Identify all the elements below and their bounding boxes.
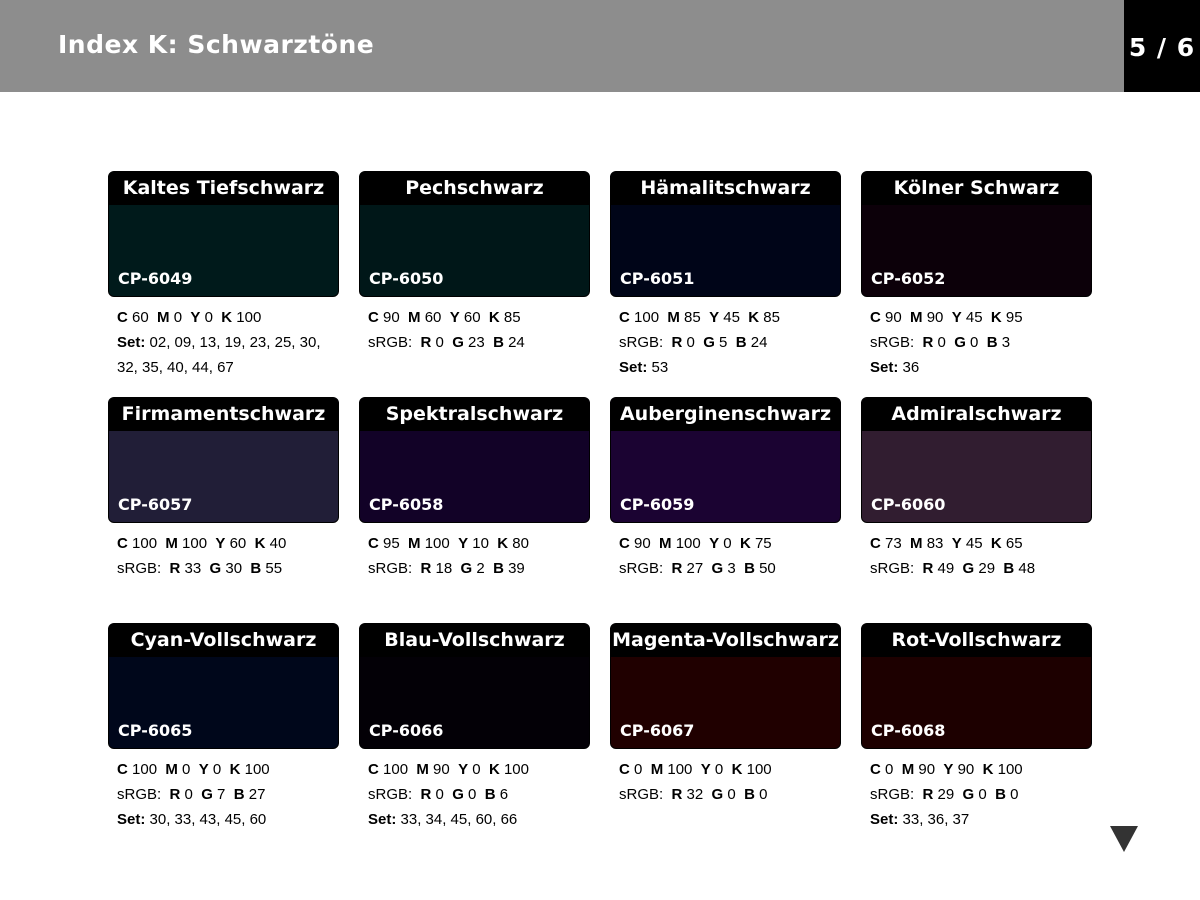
color-code: CP-6052 [871,269,946,288]
color-name: Spektralschwarz [360,398,589,431]
srgb-values: sRGB: R 49 G 29 B 48 [870,560,1036,577]
cmyk-values: C 90 M 90 Y 45 K 95 [870,309,1023,326]
srgb-values: sRGB: R 0 G 0 B 6 [368,786,509,803]
color-code: CP-6067 [620,721,695,740]
color-values: C 100 M 85 Y 45 K 85 sRGB: R 0 G 5 B 24 Se… [619,305,844,380]
color-name: Magenta-Vollschwarz [611,624,840,657]
srgb-values: sRGB: R 18 G 2 B 39 [368,560,525,577]
color-swatch: Pechschwarz CP-6050 [359,171,590,297]
cmyk-values: C 73 M 83 Y 45 K 65 [870,535,1023,552]
color-values: C 95 M 100 Y 10 K 80 sRGB: R 18 G 2 B 39 [368,531,593,581]
srgb-values: sRGB: R 0 G 0 B 3 [870,334,1011,351]
color-swatch: Magenta-Vollschwarz CP-6067 [610,623,841,749]
color-swatch: Auberginenschwarz CP-6059 [610,397,841,523]
color-name: Pechschwarz [360,172,589,205]
cmyk-values: C 0 M 90 Y 90 K 100 [870,761,1023,778]
color-values: C 0 M 90 Y 90 K 100 sRGB: R 29 G 0 B 0 Set… [870,757,1095,832]
srgb-values: sRGB: R 27 G 3 B 50 [619,560,776,577]
srgb-values: sRGB: R 0 G 5 B 24 [619,334,768,351]
page-header: Index K: Schwarztöne [0,0,1124,92]
color-swatch: Spektralschwarz CP-6058 [359,397,590,523]
color-swatch: Rot-Vollschwarz CP-6068 [861,623,1092,749]
color-name: Hämalitschwarz [611,172,840,205]
color-values: C 100 M 100 Y 60 K 40 sRGB: R 33 G 30 B 5… [117,531,342,581]
set-list: Set: 53 [619,359,669,376]
color-values: C 100 M 0 Y 0 K 100 sRGB: R 0 G 7 B 27 Set… [117,757,342,832]
cmyk-values: C 90 M 100 Y 0 K 75 [619,535,772,552]
set-list-continued: 32, 35, 40, 44, 67 [117,359,234,376]
cmyk-values: C 95 M 100 Y 10 K 80 [368,535,529,552]
color-swatch: Firmamentschwarz CP-6057 [108,397,339,523]
set-list: Set: 02, 09, 13, 19, 23, 25, 30, [117,334,321,351]
color-code: CP-6057 [118,495,193,514]
color-name: Admiralschwarz [862,398,1091,431]
srgb-values: sRGB: R 0 G 23 B 24 [368,334,525,351]
srgb-values: sRGB: R 29 G 0 B 0 [870,786,1019,803]
color-values: C 0 M 100 Y 0 K 100 sRGB: R 32 G 0 B 0 [619,757,844,807]
color-name: Kölner Schwarz [862,172,1091,205]
color-code: CP-6066 [369,721,444,740]
color-name: Firmamentschwarz [109,398,338,431]
color-values: C 60 M 0 Y 0 K 100 Set: 02, 09, 13, 19, 2… [117,305,342,380]
color-code: CP-6060 [871,495,946,514]
color-values: C 73 M 83 Y 45 K 65 sRGB: R 49 G 29 B 48 [870,531,1095,581]
color-swatch: Kölner Schwarz CP-6052 [861,171,1092,297]
color-code: CP-6068 [871,721,946,740]
cmyk-values: C 100 M 100 Y 60 K 40 [117,535,287,552]
cmyk-values: C 100 M 90 Y 0 K 100 [368,761,529,778]
color-values: C 90 M 100 Y 0 K 75 sRGB: R 27 G 3 B 50 [619,531,844,581]
color-name: Auberginenschwarz [611,398,840,431]
color-code: CP-6049 [118,269,193,288]
cmyk-values: C 90 M 60 Y 60 K 85 [368,309,521,326]
color-values: C 90 M 90 Y 45 K 95 sRGB: R 0 G 0 B 3 Set:… [870,305,1095,380]
color-swatch: Admiralschwarz CP-6060 [861,397,1092,523]
color-swatch: Cyan-Vollschwarz CP-6065 [108,623,339,749]
color-name: Cyan-Vollschwarz [109,624,338,657]
color-code: CP-6059 [620,495,695,514]
set-list: Set: 36 [870,359,920,376]
color-name: Kaltes Tiefschwarz [109,172,338,205]
set-list: Set: 33, 34, 45, 60, 66 [368,811,518,828]
color-code: CP-6051 [620,269,695,288]
color-swatch: Hämalitschwarz CP-6051 [610,171,841,297]
color-values: C 90 M 60 Y 60 K 85 sRGB: R 0 G 23 B 24 [368,305,593,355]
page-number: 5 / 6 [1128,33,1196,62]
page-title: Index K: Schwarztöne [58,30,375,59]
color-code: CP-6050 [369,269,444,288]
page-indicator: 5 / 6 [1124,0,1200,92]
color-code: CP-6058 [369,495,444,514]
srgb-values: sRGB: R 33 G 30 B 55 [117,560,283,577]
color-name: Rot-Vollschwarz [862,624,1091,657]
color-swatch: Blau-Vollschwarz CP-6066 [359,623,590,749]
set-list: Set: 33, 36, 37 [870,811,970,828]
color-code: CP-6065 [118,721,193,740]
cmyk-values: C 100 M 85 Y 45 K 85 [619,309,780,326]
set-list: Set: 30, 33, 43, 45, 60 [117,811,267,828]
srgb-values: sRGB: R 32 G 0 B 0 [619,786,768,803]
cmyk-values: C 60 M 0 Y 0 K 100 [117,309,262,326]
srgb-values: sRGB: R 0 G 7 B 27 [117,786,266,803]
next-page-arrow-icon[interactable] [1110,826,1138,852]
color-values: C 100 M 90 Y 0 K 100 sRGB: R 0 G 0 B 6 Set… [368,757,593,832]
color-name: Blau-Vollschwarz [360,624,589,657]
cmyk-values: C 0 M 100 Y 0 K 100 [619,761,772,778]
color-swatch: Kaltes Tiefschwarz CP-6049 [108,171,339,297]
cmyk-values: C 100 M 0 Y 0 K 100 [117,761,270,778]
